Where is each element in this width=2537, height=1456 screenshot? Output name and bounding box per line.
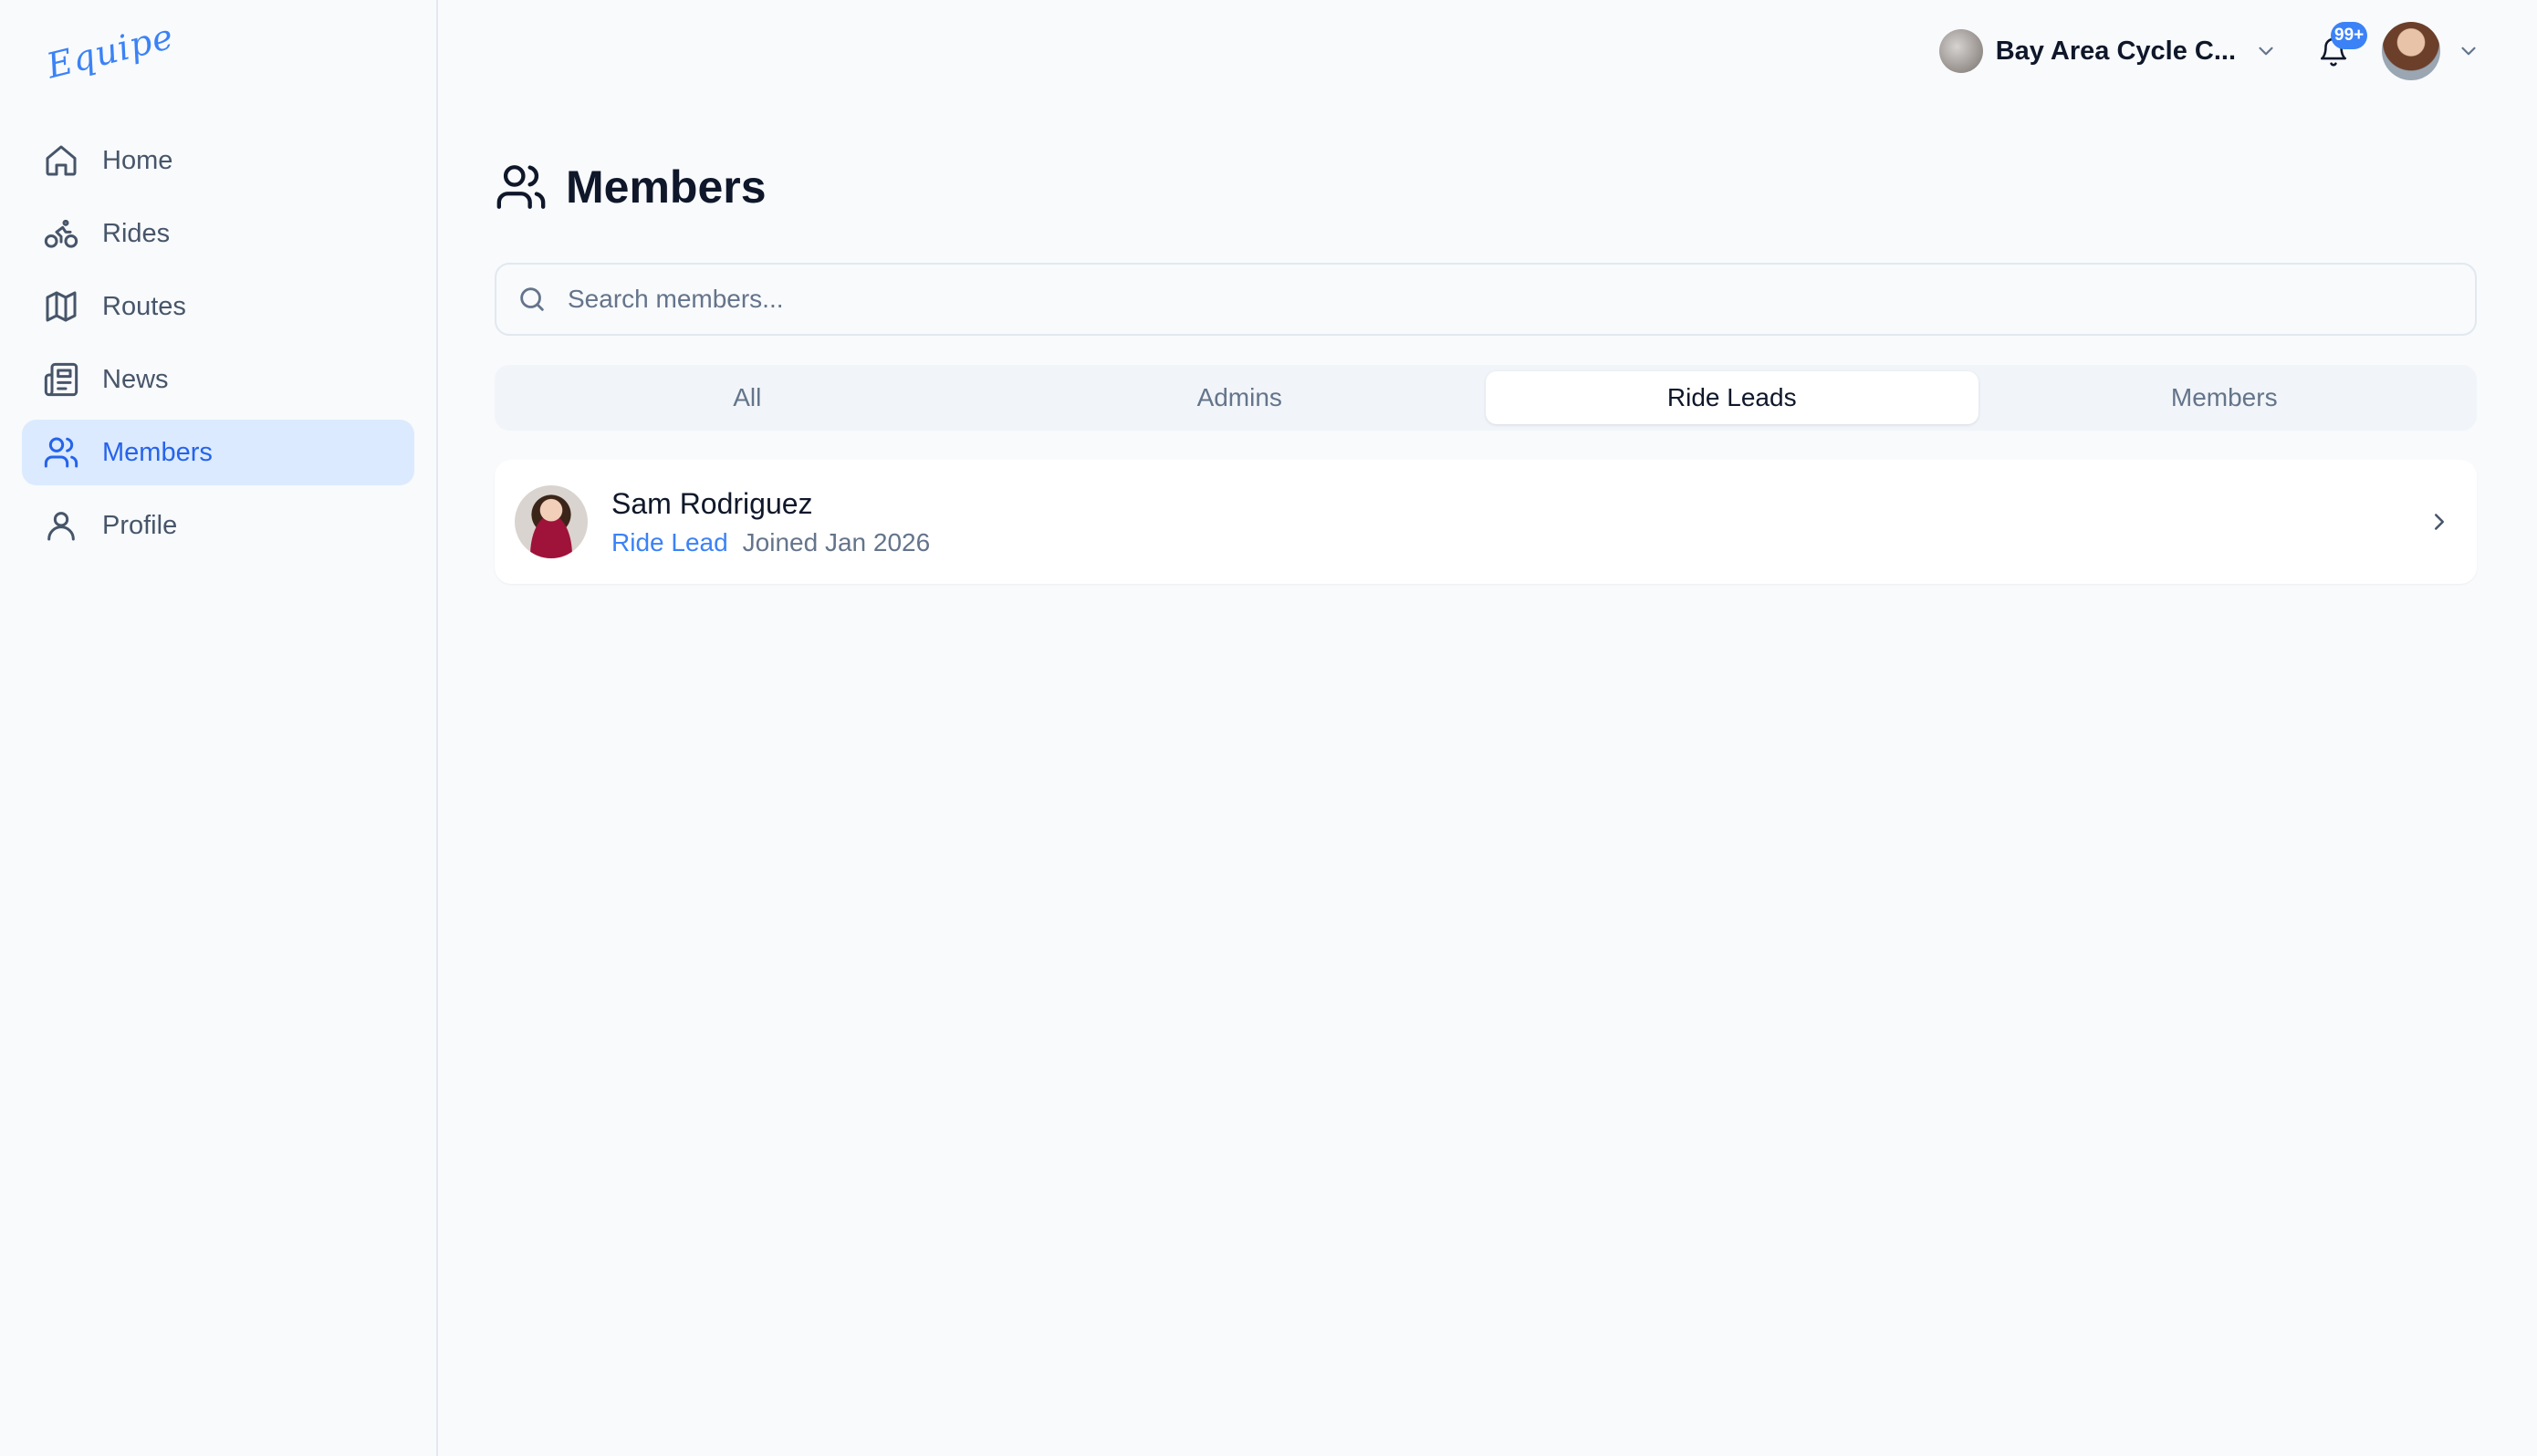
role-tabs: All Admins Ride Leads Members xyxy=(495,365,2477,431)
user-icon xyxy=(42,506,80,545)
sidebar: Equipe Home Rides Routes News Members Pr… xyxy=(0,0,438,1456)
tab-all[interactable]: All xyxy=(501,371,994,424)
main-content: Bay Area Cycle C... 99+ Members All Admi… xyxy=(438,0,2537,1456)
search-bar[interactable] xyxy=(495,263,2477,336)
tab-members[interactable]: Members xyxy=(1978,371,2471,424)
users-icon xyxy=(42,433,80,472)
map-icon xyxy=(42,287,80,326)
chevron-down-icon xyxy=(2461,47,2476,56)
home-icon xyxy=(42,141,80,180)
sidebar-item-label: Members xyxy=(102,437,213,467)
users-icon xyxy=(496,165,546,209)
sidebar-item-members[interactable]: Members xyxy=(22,420,414,485)
sidebar-item-news[interactable]: News xyxy=(22,347,414,412)
member-info: Sam Rodriguez Ride Lead Joined Jan 2026 xyxy=(611,487,930,557)
sidebar-nav: Home Rides Routes News Members Profile xyxy=(22,128,414,566)
sidebar-item-home[interactable]: Home xyxy=(22,128,414,193)
list-item[interactable]: Sam Rodriguez Ride Lead Joined Jan 2026 xyxy=(495,460,2477,584)
user-menu[interactable] xyxy=(2354,22,2480,80)
sidebar-item-label: News xyxy=(102,364,169,394)
sidebar-item-label: Routes xyxy=(102,291,186,321)
page-header: Members xyxy=(495,161,767,213)
avatar xyxy=(2382,22,2440,80)
page-title: Members xyxy=(566,161,767,213)
club-switcher[interactable]: Bay Area Cycle C... xyxy=(1938,29,2278,73)
avatar xyxy=(515,485,588,558)
app-logo[interactable]: Equipe xyxy=(43,16,178,87)
member-meta: Ride Lead Joined Jan 2026 xyxy=(611,528,930,557)
newspaper-icon xyxy=(42,360,80,399)
tab-ride-leads[interactable]: Ride Leads xyxy=(1486,371,1978,424)
member-role: Ride Lead xyxy=(611,527,728,556)
sidebar-item-profile[interactable]: Profile xyxy=(22,493,414,558)
chevron-down-icon xyxy=(2259,47,2273,56)
member-joined-date: Joined Jan 2026 xyxy=(742,527,931,556)
club-avatar xyxy=(1938,29,1983,73)
sidebar-item-label: Home xyxy=(102,145,173,175)
member-name: Sam Rodriguez xyxy=(611,486,813,520)
search-icon xyxy=(520,287,544,311)
notification-badge: 99+ xyxy=(2331,22,2368,49)
notifications-button[interactable]: 99+ xyxy=(2318,22,2368,69)
app-root: Equipe Home Rides Routes News Members Pr… xyxy=(0,0,2537,1456)
sidebar-item-label: Profile xyxy=(102,510,178,540)
bike-icon xyxy=(42,214,80,253)
tab-admins[interactable]: Admins xyxy=(994,371,1487,424)
sidebar-item-label: Rides xyxy=(102,218,171,248)
search-input[interactable] xyxy=(568,285,2393,314)
club-name: Bay Area Cycle C... xyxy=(1995,36,2236,66)
top-bar: Bay Area Cycle C... 99+ xyxy=(1938,20,2480,82)
sidebar-item-routes[interactable]: Routes xyxy=(22,274,414,339)
chevron-right-icon xyxy=(2435,514,2444,530)
sidebar-item-rides[interactable]: Rides xyxy=(22,201,414,266)
